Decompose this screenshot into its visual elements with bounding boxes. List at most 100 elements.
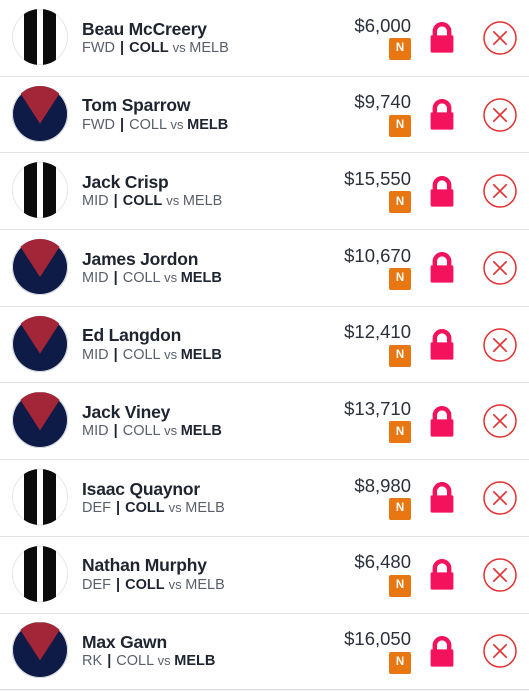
lock-button[interactable] <box>413 328 471 361</box>
price-cell: $6,480 N <box>315 552 413 597</box>
versus-label: vs <box>168 500 186 516</box>
close-icon <box>483 251 517 285</box>
player-price: $8,980 <box>354 474 411 496</box>
home-team-label: COLL <box>122 269 161 286</box>
player-meta: FWD | COLL vs MELB <box>82 116 315 133</box>
meta-separator: | <box>107 653 112 670</box>
player-meta: RK | COLL vs MELB <box>82 654 315 669</box>
player-row-1[interactable]: Beau McCreery FWD | COLL vs MELB $6,000 … <box>0 0 529 77</box>
player-row-2[interactable]: Tom Sparrow FWD | COLL vs MELB $9,740 N <box>0 76 529 154</box>
remove-button[interactable] <box>471 327 529 363</box>
meta-separator: | <box>113 269 118 286</box>
player-name: Max Gawn <box>82 632 167 653</box>
player-meta: MID | COLL vs MELB <box>82 194 315 209</box>
remove-button[interactable] <box>471 250 529 286</box>
player-position: MID <box>82 423 109 440</box>
meta-separator: | <box>113 193 118 210</box>
lock-button[interactable] <box>413 558 471 591</box>
close-icon <box>483 174 517 208</box>
away-team-label: MELB <box>180 423 222 440</box>
price-cell: $10,670 N <box>315 244 413 291</box>
price-cell: $9,740 N <box>315 92 413 137</box>
away-team-label: MELB <box>185 500 225 517</box>
away-team-label: MELB <box>174 653 216 670</box>
new-badge: N <box>389 574 411 597</box>
player-name: Jack Crisp <box>82 171 169 192</box>
remove-button[interactable] <box>471 480 529 516</box>
versus-label: vs <box>170 116 188 132</box>
lock-icon <box>430 635 454 667</box>
home-team-label: COLL <box>122 346 161 363</box>
remove-button[interactable] <box>471 97 529 133</box>
remove-button[interactable] <box>471 557 529 593</box>
price-cell: $16,050 N <box>315 629 413 674</box>
versus-label: vs <box>164 269 181 285</box>
away-team-label: MELB <box>180 346 222 363</box>
away-team-label: MELB <box>180 269 222 286</box>
player-position: DEF <box>82 576 111 593</box>
player-price: $10,670 <box>344 244 411 266</box>
lock-button[interactable] <box>413 635 471 668</box>
lock-button[interactable] <box>413 405 471 438</box>
player-row-6[interactable]: Jack Viney MID | COLL vs MELB $13,710 N <box>0 383 529 461</box>
lock-button[interactable] <box>413 21 471 54</box>
player-name: Isaac Quaynor <box>82 478 201 499</box>
new-badge: N <box>389 114 411 137</box>
versus-label: vs <box>166 193 183 209</box>
remove-button[interactable] <box>471 173 529 209</box>
away-team-label: MELB <box>182 193 223 210</box>
remove-button[interactable] <box>471 20 529 56</box>
price-cell: $12,410 N <box>315 321 413 367</box>
player-name: Tom Sparrow <box>82 95 191 116</box>
team-logo-melb <box>12 392 70 450</box>
lock-icon <box>430 22 454 53</box>
player-position: MID <box>82 193 109 210</box>
home-team-label: COLL <box>129 116 167 133</box>
close-icon <box>483 21 517 55</box>
player-meta: DEF | COLL vs MELB <box>82 500 315 517</box>
lock-button[interactable] <box>413 175 471 208</box>
player-info: Isaac Quaynor DEF | COLL vs MELB <box>82 478 315 517</box>
player-info: Tom Sparrow FWD | COLL vs MELB <box>82 96 315 133</box>
player-row-8[interactable]: Nathan Murphy DEF | COLL vs MELB $6,480 … <box>0 536 529 614</box>
player-row-7[interactable]: Isaac Quaynor DEF | COLL vs MELB $8,980 … <box>0 460 529 537</box>
remove-button[interactable] <box>471 633 529 669</box>
meta-separator: | <box>120 116 125 133</box>
meta-separator: | <box>113 346 118 363</box>
new-badge: N <box>389 268 411 291</box>
new-badge: N <box>389 421 411 444</box>
lock-icon <box>430 252 454 284</box>
close-icon <box>483 557 517 592</box>
player-row-3[interactable]: Jack Crisp MID | COLL vs MELB $15,550 N <box>0 153 529 231</box>
team-logo-coll <box>12 468 70 527</box>
meta-separator: | <box>116 500 121 517</box>
lock-icon <box>430 405 454 437</box>
player-position: MID <box>82 346 109 363</box>
player-position: RK <box>82 653 103 670</box>
player-info: Nathan Murphy DEF | COLL vs MELB <box>82 556 315 593</box>
team-logo-melb <box>12 622 70 680</box>
lock-icon <box>430 99 454 130</box>
lock-button[interactable] <box>413 481 471 514</box>
player-position: DEF <box>82 500 111 517</box>
lock-button[interactable] <box>413 98 471 131</box>
team-logo-melb <box>12 315 70 374</box>
close-icon <box>483 634 517 669</box>
player-position: FWD <box>82 116 116 133</box>
player-info: James Jordon MID | COLL vs MELB <box>82 249 315 287</box>
home-team-label: COLL <box>125 500 165 517</box>
player-price: $12,410 <box>344 321 411 343</box>
remove-button[interactable] <box>471 403 529 439</box>
new-badge: N <box>389 191 411 214</box>
player-row-9[interactable]: Max Gawn RK | COLL vs MELB $16,050 N <box>0 613 529 691</box>
lock-button[interactable] <box>413 251 471 284</box>
player-row-5[interactable]: Ed Langdon MID | COLL vs MELB $12,410 N <box>0 306 529 384</box>
price-cell: $6,000 N <box>315 15 413 61</box>
player-list: Beau McCreery FWD | COLL vs MELB $6,000 … <box>0 0 529 691</box>
price-cell: $15,550 N <box>315 169 413 214</box>
player-row-4[interactable]: James Jordon MID | COLL vs MELB $10,670 … <box>0 230 529 307</box>
player-meta: MID | COLL vs MELB <box>82 346 315 363</box>
home-team-label: COLL <box>122 193 163 210</box>
team-logo-coll <box>12 162 70 220</box>
new-badge: N <box>389 344 411 367</box>
